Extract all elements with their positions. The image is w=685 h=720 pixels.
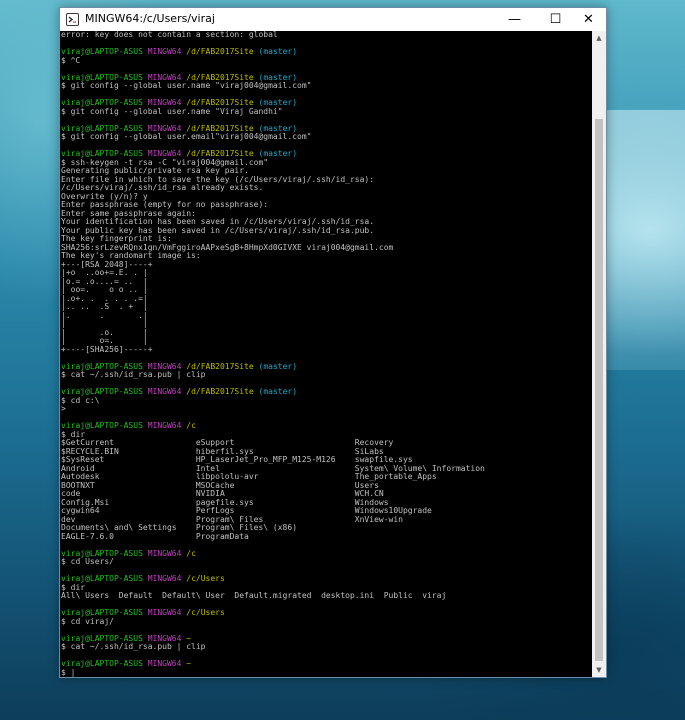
terminal-text: $ cat ~/.ssh/id_rsa.pub | clip — [61, 370, 206, 379]
close-button[interactable]: ✕ — [570, 8, 607, 31]
terminal-line: $ cd c:\ — [61, 395, 485, 406]
scrollbar-thumb[interactable] — [595, 119, 603, 661]
terminal-line: All\ Users Default Default\ User Default… — [61, 591, 485, 601]
terminal-text: MINGW64 — [147, 387, 182, 396]
terminal-text: $ git config --global user.name "Viraj G… — [61, 106, 283, 116]
terminal-text: +----[SHA256]-----+ — [61, 344, 153, 354]
terminal-text: $ cat ~/.ssh/id_rsa.pub | clip — [61, 642, 206, 651]
window-title: MINGW64:/c/Users/viraj — [85, 12, 215, 25]
terminal-text: $ — [61, 667, 71, 677]
terminal-line: EAGLE-7.6.0 ProgramData — [61, 531, 485, 542]
terminal-text: $ git config --global user.email"viraj00… — [61, 132, 312, 141]
terminal-text: /c — [181, 548, 196, 558]
terminal-line: $ cd Users/ — [61, 557, 485, 567]
terminal-line: viraj@LAPTOP-ASUS MINGW64 ~ — [61, 659, 485, 669]
git-bash-icon — [66, 13, 79, 26]
terminal-text: $ git config --global user.name "viraj00… — [61, 81, 312, 90]
terminal-text: All\ Users Default Default\ User Default… — [61, 591, 447, 600]
terminal-text: /d/FAB2017Site — [181, 47, 254, 56]
terminal-text: MINGW64 — [147, 548, 182, 558]
arrow-down-icon[interactable]: ▼ — [592, 663, 606, 677]
terminal-window[interactable]: MINGW64:/c/Users/viraj — ☐ ✕ error: key … — [59, 7, 607, 678]
text-cursor: | — [70, 667, 76, 677]
terminal-text: $ ^C — [61, 55, 81, 65]
terminal-line: viraj@LAPTOP-ASUS MINGW64 /d/FAB2017Site… — [61, 387, 485, 397]
title-bar[interactable]: MINGW64:/c/Users/viraj — ☐ ✕ — [60, 8, 606, 31]
terminal-line: $ | — [61, 667, 485, 678]
close-icon: ✕ — [583, 12, 594, 27]
terminal-line: viraj@LAPTOP-ASUS MINGW64 /d/FAB2017Site… — [61, 47, 485, 57]
terminal-text: /c — [181, 421, 196, 430]
terminal-line: $ ^C — [61, 55, 485, 66]
terminal-text: EAGLE-7.6.0 ProgramData — [61, 531, 249, 541]
maximize-icon: ☐ — [549, 12, 562, 27]
terminal-line: viraj@LAPTOP-ASUS MINGW64 /c/Users — [61, 608, 485, 618]
terminal-text: > — [61, 404, 66, 413]
terminal-line: > — [61, 404, 485, 414]
terminal-text: MINGW64 — [147, 574, 182, 583]
terminal-text: (master) — [253, 361, 298, 371]
terminal-text: $ cd Users/ — [61, 557, 114, 566]
terminal-line: $ git config --global user.name "Viraj G… — [61, 106, 485, 117]
terminal-text: (master) — [253, 47, 298, 56]
terminal-line: $ git config --global user.email"viraj00… — [61, 132, 485, 142]
terminal-text: MINGW64 — [147, 659, 182, 668]
terminal-text: /c/Users — [181, 608, 225, 617]
terminal-text: MINGW64 — [147, 608, 182, 617]
desktop-wallpaper — [600, 110, 685, 370]
terminal-line: viraj@LAPTOP-ASUS MINGW64 /c/Users — [61, 574, 485, 584]
terminal-text: error: key does not contain a section: g… — [61, 31, 278, 39]
terminal-line: $ cat ~/.ssh/id_rsa.pub | clip — [61, 642, 485, 652]
terminal-text: ~ — [181, 659, 192, 668]
terminal-line: $ cat ~/.ssh/id_rsa.pub | clip — [61, 370, 485, 380]
maximize-button[interactable]: ☐ — [537, 8, 574, 31]
minimize-button[interactable]: — — [496, 8, 533, 31]
terminal-text: MINGW64 — [147, 421, 182, 430]
terminal-line: error: key does not contain a section: g… — [61, 31, 485, 40]
terminal-text: MINGW64 — [147, 47, 182, 56]
vertical-scrollbar[interactable]: ▲ ▼ — [592, 31, 606, 677]
terminal-line: +----[SHA256]-----+ — [61, 344, 485, 355]
terminal-line: $ cd viraj/ — [61, 616, 485, 627]
terminal-line: viraj@LAPTOP-ASUS MINGW64 /c — [61, 548, 485, 559]
terminal-lines: error: key does not contain a section: g… — [61, 31, 485, 677]
minimize-icon: — — [508, 12, 521, 27]
terminal-output[interactable]: error: key does not contain a section: g… — [60, 31, 592, 677]
terminal-line: viraj@LAPTOP-ASUS MINGW64 /c — [61, 421, 485, 431]
terminal-text: (master) — [253, 387, 298, 396]
arrow-up-icon[interactable]: ▲ — [592, 31, 606, 45]
terminal-text: $ cd viraj/ — [61, 616, 114, 626]
terminal-text: /c/Users — [181, 574, 225, 583]
terminal-text: $ cd c:\ — [61, 395, 100, 405]
terminal-text: /d/FAB2017Site — [181, 387, 254, 396]
terminal-line: $ git config --global user.name "viraj00… — [61, 81, 485, 91]
